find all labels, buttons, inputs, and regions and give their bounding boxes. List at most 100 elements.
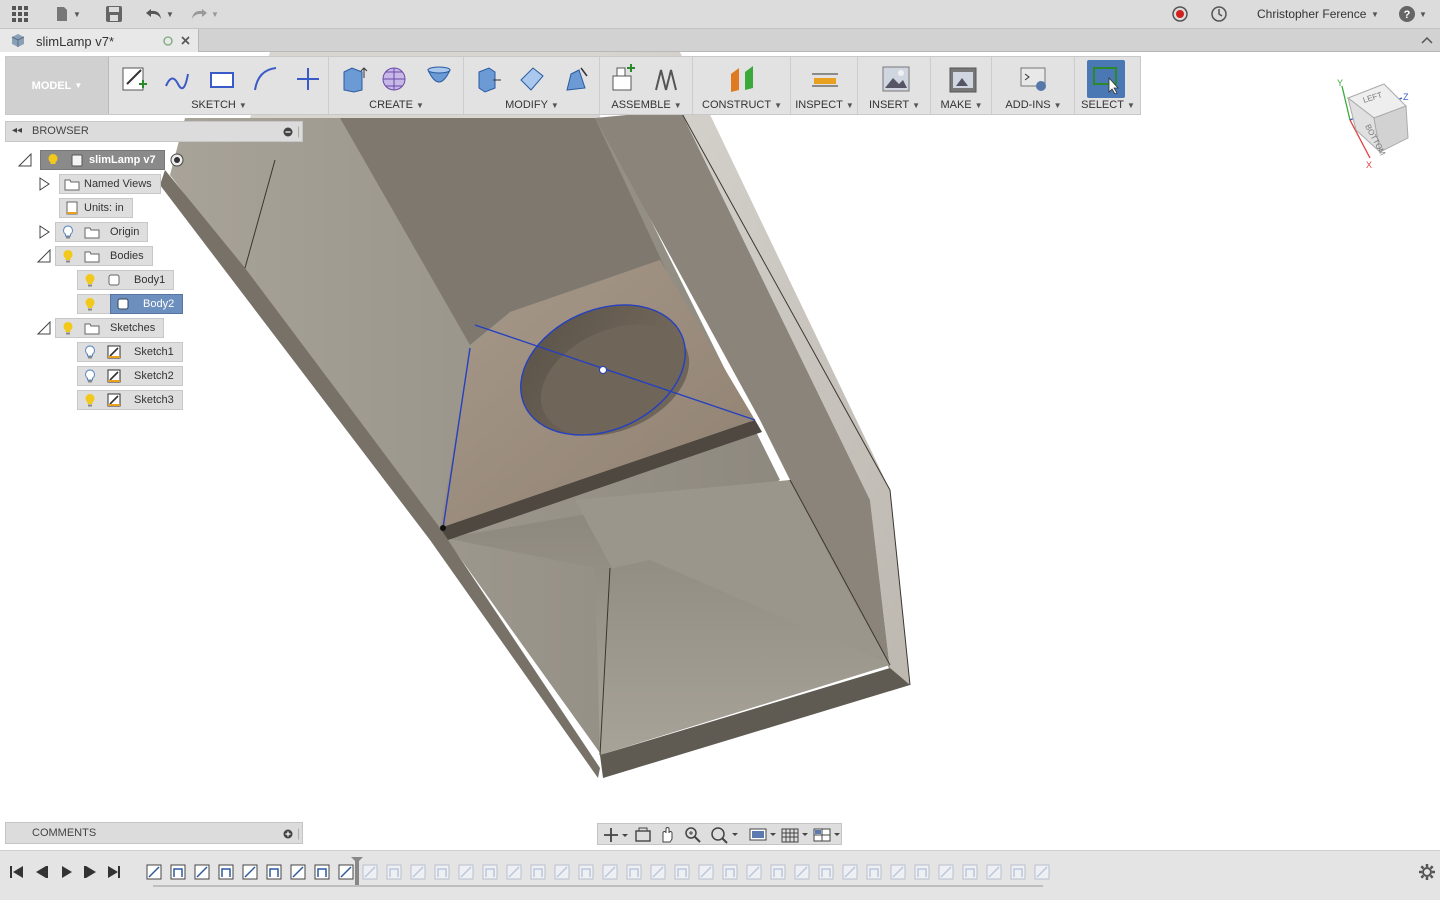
minimize-icon[interactable] xyxy=(283,127,293,137)
timeline-feature-icon[interactable] xyxy=(290,864,306,880)
timeline-feature-icon[interactable] xyxy=(458,864,474,880)
timeline-feature-icon[interactable] xyxy=(314,864,330,880)
activate-radio-icon[interactable] xyxy=(169,152,185,168)
add-comment-icon[interactable] xyxy=(283,829,293,839)
create-sketch-button[interactable] xyxy=(117,63,151,95)
lightbulb-on-icon[interactable] xyxy=(45,152,61,168)
point-button[interactable] xyxy=(291,63,325,95)
file-menu-button[interactable]: ▼ xyxy=(54,4,81,24)
tree-item-named-views[interactable]: Named Views xyxy=(37,174,161,194)
timeline-feature-icon[interactable] xyxy=(674,864,690,880)
expanded-triangle-icon[interactable] xyxy=(18,153,32,167)
modify-menu[interactable]: MODIFY ▼ xyxy=(465,99,599,111)
timeline-feature-icon[interactable] xyxy=(986,864,1002,880)
timeline-feature-icon[interactable] xyxy=(530,864,546,880)
tree-item-origin[interactable]: Origin xyxy=(37,222,149,242)
timeline-feature-icon[interactable] xyxy=(770,864,786,880)
model-scene[interactable] xyxy=(0,52,1440,850)
insert-image-button[interactable] xyxy=(879,63,913,95)
timeline-feature-icon[interactable] xyxy=(554,864,570,880)
expanded-triangle-icon[interactable] xyxy=(37,249,51,263)
timeline-feature-icon[interactable] xyxy=(866,864,882,880)
tree-item-sketch2[interactable]: Sketch2 xyxy=(77,366,183,386)
timeline-rolled-back-features[interactable] xyxy=(362,864,1050,880)
tree-item-sketch1[interactable]: Sketch1 xyxy=(77,342,183,362)
timeline-feature-icon[interactable] xyxy=(890,864,906,880)
step-back-icon[interactable] xyxy=(36,866,48,878)
timeline-feature-icon[interactable] xyxy=(146,864,162,880)
timeline-feature-icon[interactable] xyxy=(794,864,810,880)
zoom-icon[interactable] xyxy=(684,826,702,844)
press-pull-button[interactable] xyxy=(471,63,505,95)
timeline-feature-icon[interactable] xyxy=(962,864,978,880)
timeline-feature-icon[interactable] xyxy=(194,864,210,880)
timeline-feature-icon[interactable] xyxy=(434,864,450,880)
timeline-feature-icon[interactable] xyxy=(914,864,930,880)
offset-plane-button[interactable] xyxy=(725,63,759,95)
create-menu[interactable]: CREATE ▼ xyxy=(330,99,463,111)
apps-grid-icon[interactable] xyxy=(10,4,30,24)
print-3d-button[interactable] xyxy=(946,63,980,95)
panel-resize-handle[interactable]: | xyxy=(297,826,300,840)
fillet-button[interactable] xyxy=(515,63,549,95)
timeline-feature-icon[interactable] xyxy=(266,864,282,880)
revolve-button[interactable] xyxy=(422,63,456,95)
record-button[interactable] xyxy=(1171,4,1189,24)
user-account-menu[interactable]: Christopher Ference xyxy=(1257,7,1366,21)
timeline-feature-icon[interactable] xyxy=(722,864,738,880)
redo-button[interactable]: ▼ xyxy=(190,4,219,24)
fit-zoom-icon[interactable] xyxy=(710,826,740,844)
tree-item-body2[interactable]: Body2 xyxy=(77,294,184,314)
canvas-viewport[interactable]: LEFT BOTTOM Y Z X xyxy=(0,52,1440,850)
select-button[interactable] xyxy=(1087,60,1125,98)
display-settings-icon[interactable] xyxy=(748,826,778,844)
timeline-feature-icon[interactable] xyxy=(1010,864,1026,880)
job-status-button[interactable] xyxy=(1210,4,1228,24)
rectangle-button[interactable] xyxy=(205,63,239,95)
timeline-feature-icon[interactable] xyxy=(626,864,642,880)
tree-item-bodies[interactable]: Bodies xyxy=(37,246,153,266)
sketch-center-point[interactable] xyxy=(599,366,607,374)
assemble-menu[interactable]: ASSEMBLE ▼ xyxy=(601,99,692,111)
timeline-feature-icon[interactable] xyxy=(338,864,354,880)
go-to-start-icon[interactable] xyxy=(10,866,23,878)
timeline-feature-icon[interactable] xyxy=(650,864,666,880)
sketch-menu[interactable]: SKETCH ▼ xyxy=(110,99,328,111)
grid-settings-icon[interactable] xyxy=(780,826,810,844)
lightbulb-on-icon[interactable] xyxy=(82,296,98,312)
timeline-feature-icon[interactable] xyxy=(602,864,618,880)
timeline-marker-head[interactable] xyxy=(351,857,363,863)
close-icon[interactable] xyxy=(180,35,191,46)
timeline-feature-icon[interactable] xyxy=(746,864,762,880)
lightbulb-off-icon[interactable] xyxy=(60,224,76,240)
new-component-button[interactable] xyxy=(605,63,639,95)
timeline-feature-icon[interactable] xyxy=(242,864,258,880)
timeline-feature-icon[interactable] xyxy=(698,864,714,880)
timeline-feature-icon[interactable] xyxy=(170,864,186,880)
timeline-feature-icon[interactable] xyxy=(506,864,522,880)
joint-button[interactable] xyxy=(649,63,683,95)
lightbulb-on-icon[interactable] xyxy=(82,272,98,288)
chevron-up-icon[interactable] xyxy=(1421,36,1433,44)
measure-button[interactable] xyxy=(808,63,842,95)
timeline-active-features[interactable] xyxy=(146,864,354,880)
collapsed-triangle-icon[interactable] xyxy=(37,177,51,191)
lightbulb-on-icon[interactable] xyxy=(82,392,98,408)
chevron-down-icon[interactable]: ▼ xyxy=(1371,10,1379,19)
help-button[interactable]: ? ▼ xyxy=(1398,4,1427,24)
timeline-feature-icon[interactable] xyxy=(842,864,858,880)
form-button[interactable] xyxy=(378,63,412,95)
collapse-panel-icon[interactable]: ◂◂ xyxy=(12,125,22,136)
timeline-feature-icon[interactable] xyxy=(362,864,378,880)
sketch-vertex-point[interactable] xyxy=(440,525,446,531)
inspect-menu[interactable]: INSPECT ▼ xyxy=(792,99,857,111)
play-icon[interactable] xyxy=(62,866,72,878)
insert-menu[interactable]: INSERT ▼ xyxy=(859,99,930,111)
step-forward-icon[interactable] xyxy=(84,866,96,878)
make-menu[interactable]: MAKE ▼ xyxy=(932,99,991,111)
lightbulb-off-icon[interactable] xyxy=(82,368,98,384)
lightbulb-on-icon[interactable] xyxy=(60,248,76,264)
tree-item-units[interactable]: Units: in xyxy=(59,198,133,218)
timeline-features[interactable] xyxy=(145,857,1050,893)
chamfer-button[interactable] xyxy=(559,63,593,95)
